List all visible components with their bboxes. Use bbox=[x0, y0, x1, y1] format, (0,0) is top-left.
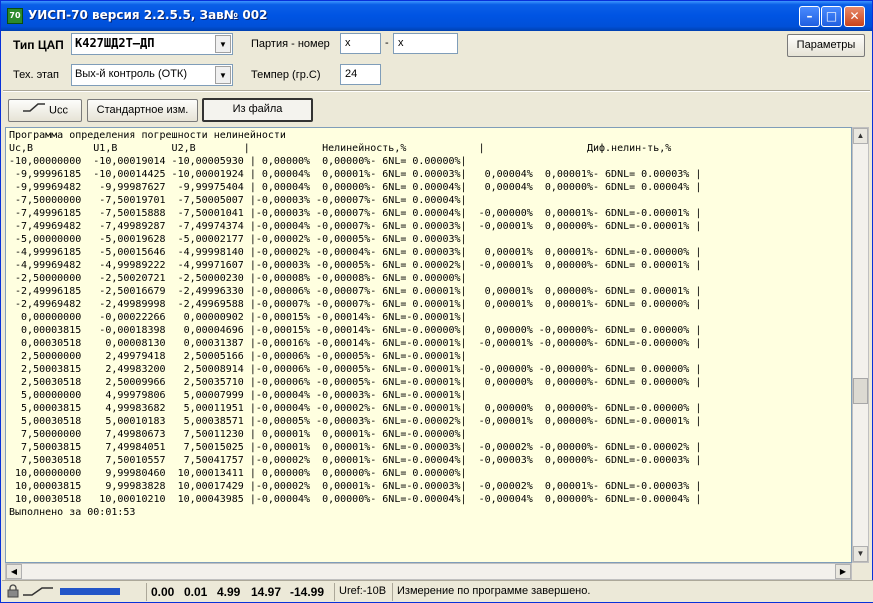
maximize-button[interactable]: □ bbox=[821, 6, 842, 27]
uref-value: Uref:-10В bbox=[334, 583, 390, 601]
dac-type-value: К427ШД2Т–ДП bbox=[75, 36, 155, 50]
ramp-icon bbox=[22, 100, 46, 121]
batch-label: Партия - номер bbox=[251, 38, 330, 50]
title-bar[interactable]: 70 УИСП-70 версия 2.2.5.5, Зав№ 002 – □ … bbox=[1, 1, 872, 31]
ramp-icon bbox=[22, 585, 54, 600]
dac-type-label: Тип ЦАП bbox=[13, 38, 64, 52]
status-message: Измерение по программе завершено. bbox=[392, 583, 594, 601]
stage-value: Вых-й контроль (ОТК) bbox=[75, 68, 187, 80]
status-value-2: 0.01 bbox=[184, 585, 208, 599]
params-button[interactable]: Параметры bbox=[787, 34, 865, 57]
from-file-button[interactable]: Из файла bbox=[202, 98, 313, 122]
status-bar: 0.00 0.01 4.99 14.97 -14.99 Uref:-10В Из… bbox=[2, 580, 873, 602]
progress-bar bbox=[60, 588, 120, 595]
dac-type-select[interactable]: К427ШД2Т–ДП ▼ bbox=[71, 33, 233, 55]
temp-label: Темпер (гр.С) bbox=[251, 69, 321, 81]
app-icon: 70 bbox=[7, 8, 23, 24]
scroll-left-icon[interactable]: ◀ bbox=[6, 564, 22, 579]
standard-measure-button[interactable]: Стандартное изм. bbox=[87, 99, 198, 122]
status-value-1: 0.00 bbox=[146, 583, 178, 601]
scroll-down-icon[interactable]: ▼ bbox=[853, 546, 868, 562]
main-window: 70 УИСП-70 версия 2.2.5.5, Зав№ 002 – □ … bbox=[0, 0, 873, 603]
horizontal-scrollbar[interactable]: ◀ ▶ bbox=[5, 563, 852, 580]
chevron-down-icon[interactable]: ▼ bbox=[215, 66, 231, 84]
stage-select[interactable]: Вых-й контроль (ОТК) ▼ bbox=[71, 64, 233, 86]
batch-dash: - bbox=[385, 37, 389, 49]
scroll-right-icon[interactable]: ▶ bbox=[835, 564, 851, 579]
scroll-up-icon[interactable]: ▲ bbox=[853, 128, 868, 144]
batch-input[interactable]: x bbox=[340, 33, 381, 54]
close-button[interactable]: ✕ bbox=[844, 6, 865, 27]
status-value-3: 4.99 bbox=[217, 585, 241, 599]
lock-icon bbox=[7, 584, 19, 601]
temp-input[interactable]: 24 bbox=[340, 64, 381, 85]
chevron-down-icon[interactable]: ▼ bbox=[215, 35, 231, 53]
results-log[interactable]: Программа определения погрешности нелине… bbox=[5, 127, 852, 563]
ucc-button[interactable]: Ucc bbox=[8, 99, 82, 122]
ucc-label: Ucc bbox=[49, 104, 68, 117]
vertical-scrollbar[interactable]: ▲ ▼ bbox=[852, 127, 869, 563]
status-value-4: 14.97 bbox=[251, 585, 282, 599]
minimize-button[interactable]: – bbox=[799, 6, 820, 27]
window-title: УИСП-70 версия 2.2.5.5, Зав№ 002 bbox=[28, 8, 268, 22]
number-input[interactable]: x bbox=[393, 33, 458, 54]
scroll-thumb[interactable] bbox=[853, 378, 868, 404]
status-value-5: -14.99 bbox=[290, 585, 325, 599]
separator bbox=[3, 90, 870, 92]
stage-label: Тех. этап bbox=[13, 69, 59, 81]
log-text: Программа определения погрешности нелине… bbox=[9, 130, 702, 518]
